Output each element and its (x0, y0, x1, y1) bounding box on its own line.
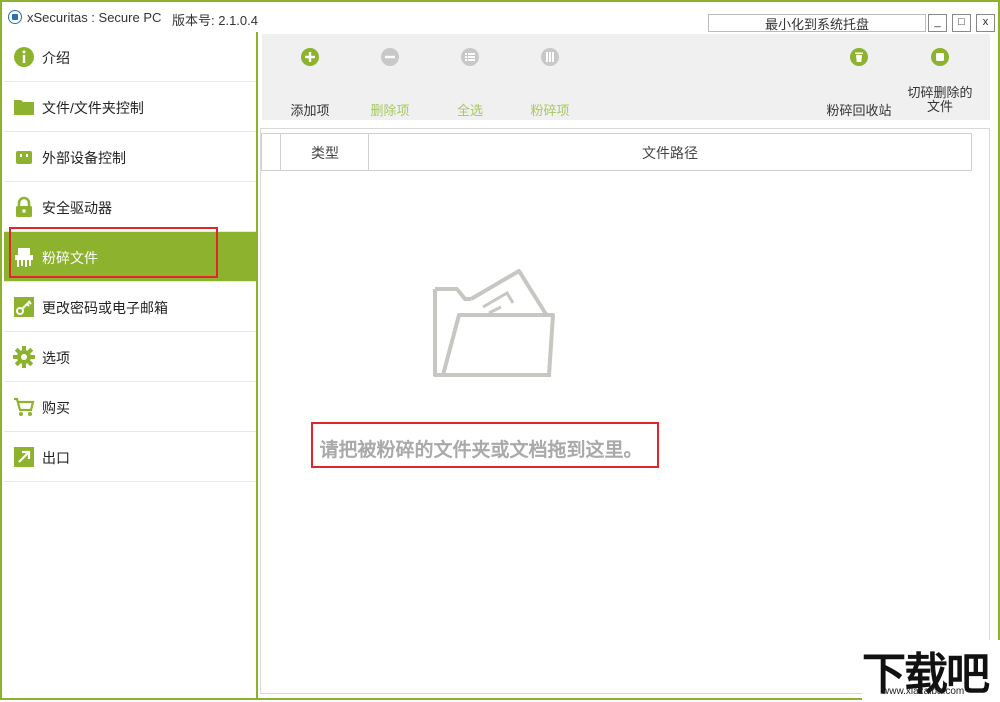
sidebar-item-purchase[interactable]: 购买 (4, 382, 256, 432)
sidebar: 介绍 文件/文件夹控制 外部设备控制 安全驱动器 粉碎文件 更改密码或电子邮箱 … (4, 32, 256, 482)
sidebar-item-label: 选项 (42, 350, 70, 366)
file-list-panel[interactable]: 类型 文件路径 请把被粉碎的文件夹或文档拖到这里。 (260, 128, 990, 694)
close-button[interactable]: x (976, 14, 995, 32)
app-title: xSecuritas : Secure PC (27, 10, 162, 25)
folder-icon (14, 100, 34, 115)
sidebar-item-label: 更改密码或电子邮箱 (42, 300, 168, 316)
sidebar-item-label: 外部设备控制 (42, 150, 126, 166)
plus-circle-icon (301, 48, 319, 66)
remove-item-label: 删除项 (370, 103, 410, 118)
add-item-label: 添加项 (290, 103, 330, 118)
shred-deleted-files-label-line2: 文件 (926, 99, 953, 114)
sidebar-item-label: 购买 (42, 400, 70, 416)
sidebar-item-label: 介绍 (42, 50, 70, 66)
sidebar-item-secure-drive[interactable]: 安全驱动器 (4, 182, 256, 232)
shred-deleted-files-label: 切碎删除的 文件 (904, 86, 976, 114)
select-all-button[interactable]: 全选 (442, 34, 498, 120)
gear-icon (13, 346, 35, 368)
shred-recycle-bin-label: 粉碎回收站 (826, 103, 892, 118)
sidebar-item-label: 文件/文件夹控制 (42, 100, 144, 116)
app-logo-icon (8, 10, 22, 24)
watermark-url: www.xiazaiba.com (882, 686, 965, 697)
sidebar-item-exit[interactable]: 出口 (4, 432, 256, 482)
title-bar: xSecuritas : Secure PC 版本号: 2.1.0.4 最小化到… (2, 2, 998, 32)
stop-circle-icon (931, 48, 949, 66)
column-header-checkbox[interactable] (261, 133, 281, 171)
sidebar-item-intro[interactable]: 介绍 (4, 32, 256, 82)
toolbar: 添加项 删除项 全选 粉碎项 粉碎回收站 切碎删除的 文件 (262, 34, 990, 120)
sidebar-item-device-control[interactable]: 外部设备控制 (4, 132, 256, 182)
minus-circle-icon (381, 48, 399, 66)
sidebar-item-label: 出口 (42, 450, 70, 466)
site-watermark: 下载吧 www.xiazaiba.com (862, 640, 1000, 700)
maximize-button[interactable]: □ (952, 14, 971, 32)
sidebar-item-change-password[interactable]: 更改密码或电子邮箱 (4, 282, 256, 332)
shred-recycle-bin-button[interactable]: 粉碎回收站 (824, 34, 894, 120)
shred-deleted-files-button[interactable]: 切碎删除的 文件 (904, 34, 976, 120)
sidebar-divider (256, 32, 258, 700)
shred-items-label: 粉碎项 (530, 103, 570, 118)
exit-icon (14, 447, 34, 467)
sidebar-item-file-folder-control[interactable]: 文件/文件夹控制 (4, 82, 256, 132)
trash-icon (850, 48, 868, 66)
column-header-type[interactable]: 类型 (280, 133, 370, 171)
usb-icon (16, 151, 32, 164)
column-header-file-path[interactable]: 文件路径 (368, 133, 972, 171)
shred-items-button[interactable]: 粉碎项 (522, 34, 578, 120)
remove-item-button[interactable]: 删除项 (362, 34, 418, 120)
shred-icon (541, 48, 559, 66)
column-header-file-path-label: 文件路径 (642, 145, 698, 161)
cart-icon (14, 397, 35, 416)
annotation-highlight-sidebar (9, 227, 218, 278)
column-header-type-label: 类型 (311, 145, 339, 161)
minimize-button[interactable]: _ (928, 14, 947, 32)
empty-folder-icon (433, 269, 555, 377)
info-icon (14, 47, 34, 67)
minimize-to-tray-button[interactable]: 最小化到系统托盘 (708, 14, 926, 32)
key-icon (14, 297, 34, 317)
sidebar-item-options[interactable]: 选项 (4, 332, 256, 382)
shred-deleted-files-label-line1: 切碎删除的 (907, 85, 973, 100)
select-all-label: 全选 (456, 103, 483, 118)
annotation-highlight-drop-hint (311, 422, 659, 468)
lock-icon (16, 196, 32, 217)
sidebar-item-label: 安全驱动器 (42, 200, 112, 216)
add-item-button[interactable]: 添加项 (282, 34, 338, 120)
list-icon (461, 48, 479, 66)
version-label: 版本号: 2.1.0.4 (172, 13, 258, 28)
